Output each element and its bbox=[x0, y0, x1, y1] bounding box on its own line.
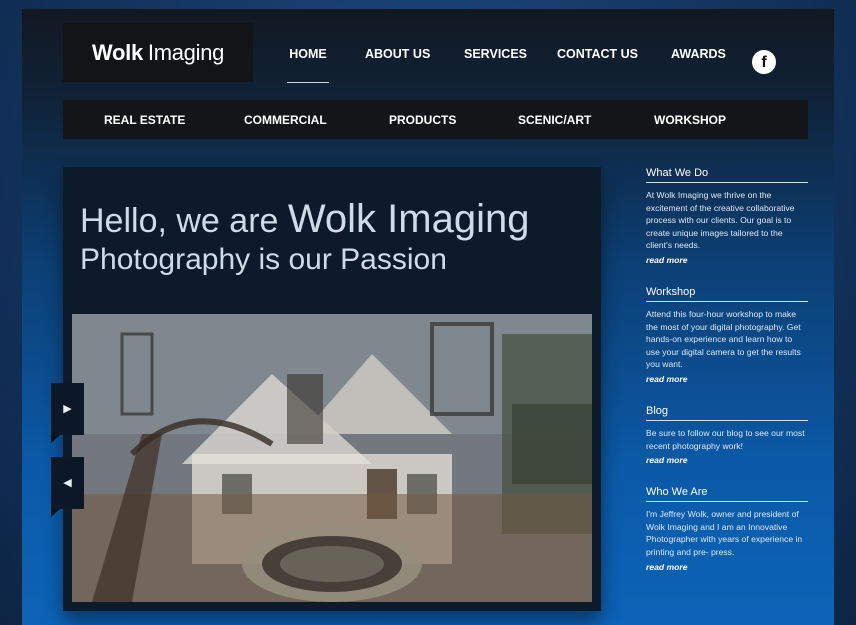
chevron-left-icon: ◀ bbox=[63, 477, 72, 489]
section-text: Attend this four-hour workshop to make t… bbox=[646, 308, 801, 370]
prev-slide-button[interactable]: ◀ bbox=[51, 457, 84, 517]
section-title: Workshop bbox=[646, 286, 808, 302]
nav-contact-us[interactable]: CONTACT US bbox=[557, 47, 638, 61]
hero-subheading: Photography is our Passion bbox=[80, 243, 447, 276]
section-who-we-are: Who We Are I'm Jeffrey Wolk, owner and p… bbox=[646, 486, 808, 572]
hero-heading: Hello, we are Wolk Imaging bbox=[80, 197, 529, 242]
read-more-link[interactable]: read more bbox=[646, 374, 808, 384]
section-blog: Blog Be sure to follow our blog to see o… bbox=[646, 405, 808, 465]
hero-heading-brand: Wolk Imaging bbox=[287, 197, 530, 241]
page: Wolk Imaging HOME ABOUT US SERVICES CONT… bbox=[22, 9, 834, 625]
section-text: I'm Jeffrey Wolk, owner and president of… bbox=[646, 509, 803, 557]
nav-awards[interactable]: AWARDS bbox=[671, 47, 726, 61]
facebook-icon[interactable]: f bbox=[752, 50, 776, 74]
hero-photo bbox=[72, 314, 592, 602]
sidebar: What We Do At Wolk Imaging we thrive on … bbox=[646, 167, 808, 572]
category-nav: REAL ESTATE COMMERCIAL PRODUCTS SCENIC/A… bbox=[63, 100, 808, 139]
section-title: Blog bbox=[646, 405, 808, 421]
section-text: Be sure to follow our blog to see our mo… bbox=[646, 427, 805, 451]
hero-heading-prefix: Hello, we are bbox=[80, 202, 279, 240]
nav-home[interactable]: HOME bbox=[287, 47, 329, 83]
top-nav: HOME ABOUT US SERVICES CONTACT US AWARDS bbox=[22, 47, 834, 87]
hero-slider: Hello, we are Wolk Imaging Photography i… bbox=[63, 167, 601, 611]
subnav-workshop[interactable]: WORKSHOP bbox=[654, 113, 726, 127]
nav-about-us[interactable]: ABOUT US bbox=[365, 47, 430, 61]
section-title: What We Do bbox=[646, 167, 808, 183]
subnav-scenic-art[interactable]: SCENIC/ART bbox=[518, 113, 591, 127]
subnav-real-estate[interactable]: REAL ESTATE bbox=[104, 113, 185, 127]
subnav-products[interactable]: PRODUCTS bbox=[389, 113, 456, 127]
section-title: Who We Are bbox=[646, 486, 808, 503]
next-slide-button[interactable]: ▶ bbox=[51, 383, 84, 443]
section-what-we-do: What We Do At Wolk Imaging we thrive on … bbox=[646, 167, 808, 265]
house-photo-image bbox=[72, 314, 592, 602]
subnav-commercial[interactable]: COMMERCIAL bbox=[244, 113, 327, 127]
section-text: At Wolk Imaging we thrive on the excitem… bbox=[646, 190, 795, 251]
chevron-right-icon: ▶ bbox=[63, 403, 72, 415]
read-more-link[interactable]: read more bbox=[646, 562, 808, 572]
read-more-link[interactable]: read more bbox=[646, 455, 808, 465]
read-more-link[interactable]: read more bbox=[646, 255, 808, 265]
nav-services[interactable]: SERVICES bbox=[464, 47, 527, 61]
section-workshop: Workshop Attend this four-hour workshop … bbox=[646, 286, 808, 384]
